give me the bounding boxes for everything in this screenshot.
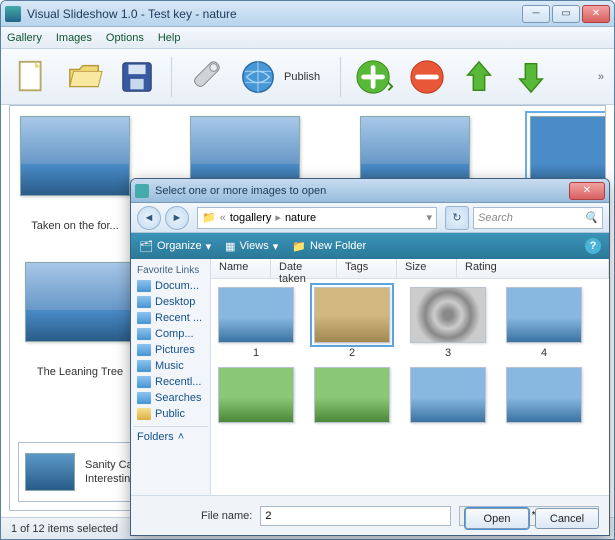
- status-text: 1 of 12 items selected: [11, 523, 118, 535]
- search-placeholder: Search: [478, 212, 513, 224]
- organize-button[interactable]: 🗂 Organize ▾: [139, 240, 211, 253]
- column-headers: Name Date taken Tags Size Rating: [211, 259, 609, 279]
- organize-icon: 🗂: [139, 240, 153, 253]
- file-item-3[interactable]: 3: [407, 287, 489, 359]
- file-item-6[interactable]: [311, 367, 393, 423]
- breadcrumb[interactable]: 📁 « togallery ▸ nature ▾: [197, 207, 437, 229]
- folder-icon: 📁: [202, 211, 216, 224]
- settings-button[interactable]: [184, 55, 228, 99]
- dialog-titlebar: Select one or more images to open ✕: [131, 179, 609, 203]
- search-input[interactable]: Search 🔍: [473, 207, 603, 229]
- breadcrumb-part[interactable]: nature: [285, 212, 316, 224]
- toolbar-divider-2: [340, 57, 341, 97]
- new-page-button[interactable]: [11, 55, 55, 99]
- open-folder-button[interactable]: [63, 55, 107, 99]
- cancel-button[interactable]: Cancel: [535, 508, 599, 529]
- thumb-caption: The Leaning Tree: [37, 366, 123, 378]
- menu-help[interactable]: Help: [158, 32, 181, 44]
- fav-music[interactable]: Music: [133, 358, 208, 374]
- file-panel: Name Date taken Tags Size Rating 1 2 3 4: [211, 259, 609, 495]
- menu-images[interactable]: Images: [56, 32, 92, 44]
- dialog-title: Select one or more images to open: [155, 185, 569, 197]
- search-icon: 🔍: [584, 211, 598, 224]
- dialog-toolbar: 🗂 Organize ▾ ▦ Views ▾ 📁 New Folder ?: [131, 233, 609, 259]
- main-titlebar: Visual Slideshow 1.0 - Test key - nature…: [1, 1, 614, 27]
- maximize-button[interactable]: ▭: [552, 5, 580, 23]
- dialog-close-button[interactable]: ✕: [569, 182, 605, 200]
- col-tags[interactable]: Tags: [337, 259, 397, 278]
- detail-thumbnail: [25, 453, 75, 491]
- thumb-caption: Taken on the for...: [31, 220, 118, 232]
- move-up-button[interactable]: [457, 55, 501, 99]
- col-name[interactable]: Name: [211, 259, 271, 278]
- chevron-up-icon: ˄: [178, 431, 184, 443]
- folder-icon: 📁: [292, 240, 306, 253]
- folders-expander[interactable]: Folders ˄: [133, 426, 208, 447]
- menu-options[interactable]: Options: [106, 32, 144, 44]
- detail-line2: Interestin: [85, 472, 133, 486]
- dropdown-icon: ▾: [206, 240, 212, 253]
- favorites-panel: Favorite Links Docum... Desktop Recent .…: [131, 259, 211, 495]
- minimize-button[interactable]: ─: [522, 5, 550, 23]
- col-size[interactable]: Size: [397, 259, 457, 278]
- filename-label: File name:: [201, 510, 252, 522]
- new-folder-button[interactable]: 📁 New Folder: [292, 240, 366, 253]
- col-rating[interactable]: Rating: [457, 259, 609, 278]
- filename-input[interactable]: [260, 506, 451, 526]
- dialog-icon: [135, 184, 149, 198]
- menu-gallery[interactable]: Gallery: [7, 32, 42, 44]
- app-icon: [5, 6, 21, 22]
- gallery-thumb-1[interactable]: Taken on the for...: [20, 116, 130, 232]
- open-button[interactable]: Open: [465, 508, 529, 529]
- toolbar-divider: [171, 57, 172, 97]
- add-button[interactable]: [353, 55, 397, 99]
- dropdown-icon: ▾: [273, 240, 279, 253]
- help-button[interactable]: ?: [585, 238, 601, 254]
- nav-back-button[interactable]: ◄: [137, 206, 161, 230]
- menubar: Gallery Images Options Help: [1, 27, 614, 49]
- publish-button[interactable]: [236, 55, 280, 99]
- fav-recent[interactable]: Recent ...: [133, 310, 208, 326]
- nav-forward-button[interactable]: ►: [165, 206, 189, 230]
- file-item-4[interactable]: 4: [503, 287, 585, 359]
- dialog-body: Favorite Links Docum... Desktop Recent .…: [131, 259, 609, 495]
- main-toolbar: Publish »: [1, 49, 614, 105]
- fav-computer[interactable]: Comp...: [133, 326, 208, 342]
- file-item-8[interactable]: [503, 367, 585, 423]
- dialog-navbar: ◄ ► 📁 « togallery ▸ nature ▾ ↻ Search 🔍: [131, 203, 609, 233]
- favorites-header: Favorite Links: [133, 263, 208, 278]
- fav-desktop[interactable]: Desktop: [133, 294, 208, 310]
- gallery-thumb-5[interactable]: The Leaning Tree: [20, 262, 140, 378]
- remove-button[interactable]: [405, 55, 449, 99]
- col-date[interactable]: Date taken: [271, 259, 337, 278]
- file-item-5[interactable]: [215, 367, 297, 423]
- breadcrumb-dropdown-icon[interactable]: ▾: [426, 211, 432, 224]
- fav-searches[interactable]: Searches: [133, 390, 208, 406]
- views-icon: ▦: [225, 240, 235, 253]
- toolbar-overflow-icon[interactable]: »: [598, 71, 604, 83]
- fav-recently[interactable]: Recentl...: [133, 374, 208, 390]
- file-item-7[interactable]: [407, 367, 489, 423]
- close-button[interactable]: ✕: [582, 5, 610, 23]
- breadcrumb-sep-icon: «: [220, 212, 226, 224]
- fav-documents[interactable]: Docum...: [133, 278, 208, 294]
- file-item-2[interactable]: 2: [311, 287, 393, 359]
- file-open-dialog: Select one or more images to open ✕ ◄ ► …: [130, 178, 610, 536]
- detail-line1: Sanity Ca: [85, 458, 133, 472]
- file-grid: 1 2 3 4: [211, 279, 609, 495]
- window-title: Visual Slideshow 1.0 - Test key - nature: [27, 7, 522, 21]
- fav-public[interactable]: Public: [133, 406, 208, 422]
- publish-label: Publish: [284, 71, 320, 83]
- breadcrumb-part[interactable]: togallery: [230, 212, 272, 224]
- views-button[interactable]: ▦ Views ▾: [225, 240, 278, 253]
- save-button[interactable]: [115, 55, 159, 99]
- refresh-button[interactable]: ↻: [445, 206, 469, 230]
- file-item-1[interactable]: 1: [215, 287, 297, 359]
- breadcrumb-sep-icon: ▸: [275, 211, 281, 224]
- fav-pictures[interactable]: Pictures: [133, 342, 208, 358]
- move-down-button[interactable]: [509, 55, 553, 99]
